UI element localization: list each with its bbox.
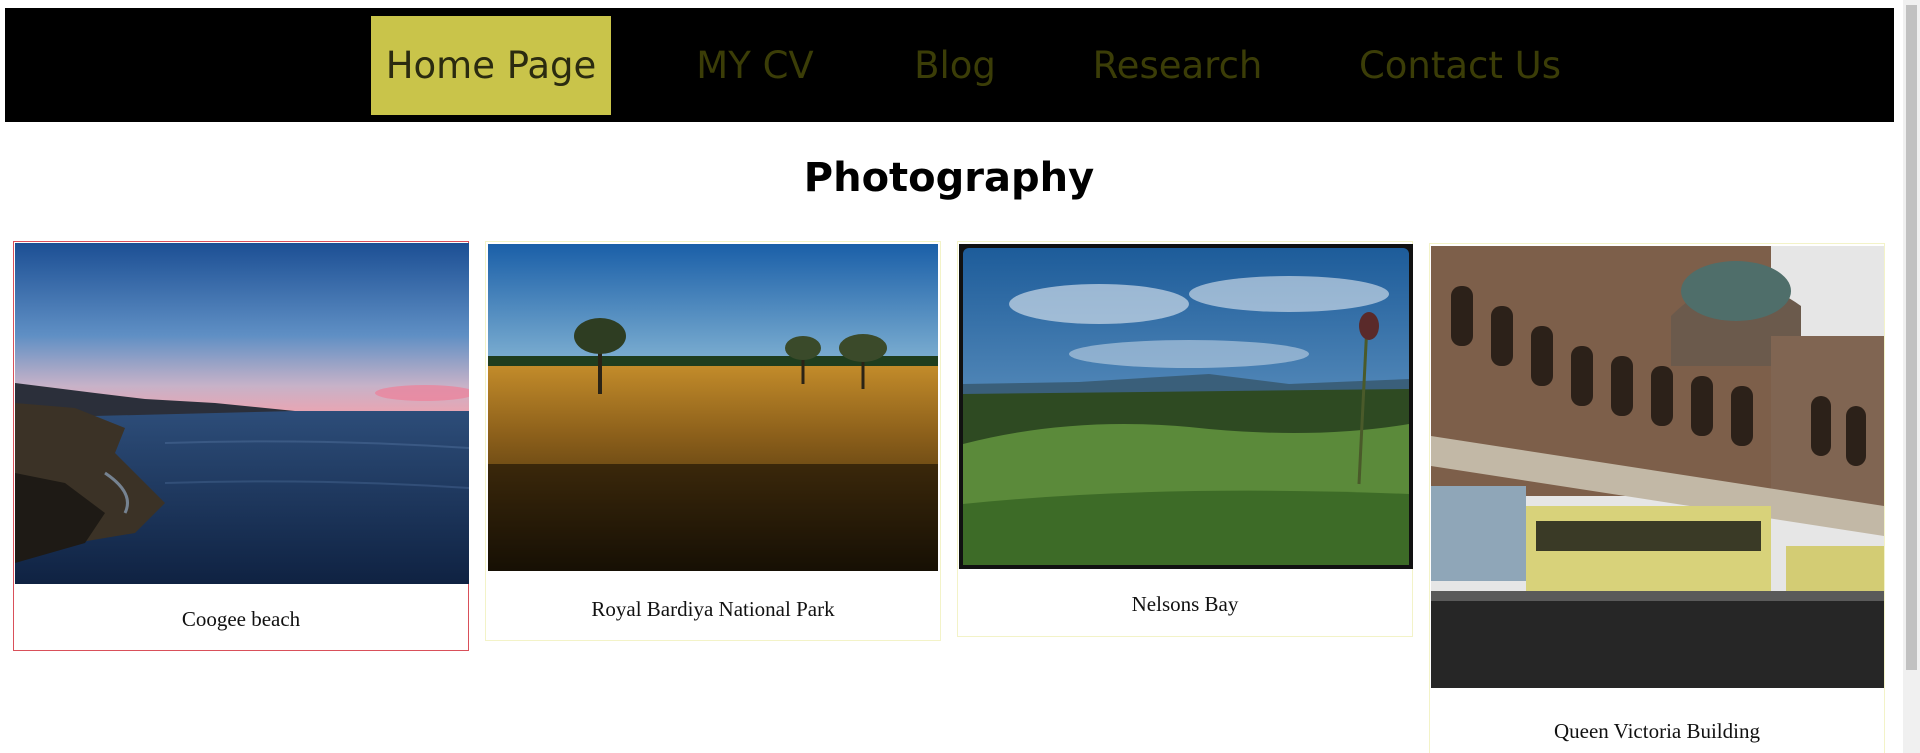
page-title: Photography (803, 155, 1095, 201)
nav-home-page[interactable]: Home Page (371, 16, 611, 115)
gallery-card-queen-victoria-building[interactable]: Queen Victoria Building (1429, 243, 1885, 753)
nav-research[interactable]: Research (1075, 16, 1280, 115)
scrollbar-thumb[interactable] (1906, 5, 1917, 670)
vertical-scrollbar[interactable] (1903, 0, 1920, 753)
nav-my-cv[interactable]: MY CV (665, 16, 845, 115)
historic-building-buses-photo[interactable] (1431, 246, 1884, 688)
gallery-card-nelsons-bay[interactable]: Nelsons Bay (957, 241, 1413, 637)
card-caption: Royal Bardiya National Park (591, 597, 835, 621)
nav-contact-us[interactable]: Contact Us (1335, 16, 1585, 115)
top-navbar: Home Page MY CV Blog Research Contact Us (5, 8, 1894, 122)
page: Home Page MY CV Blog Research Contact Us… (0, 0, 1920, 753)
gallery-card-royal-bardiya[interactable]: Royal Bardiya National Park (485, 241, 941, 641)
card-caption: Nelsons Bay (1131, 592, 1239, 616)
nav-blog[interactable]: Blog (890, 16, 1020, 115)
coastal-sunset-photo[interactable] (15, 243, 469, 584)
hilltop-vegetation-photo[interactable] (959, 244, 1413, 569)
card-caption: Queen Victoria Building (1554, 719, 1760, 743)
gallery-card-coogee-beach[interactable]: Coogee beach (13, 241, 469, 651)
grassland-trees-photo[interactable] (488, 244, 938, 571)
card-caption: Coogee beach (181, 607, 301, 631)
